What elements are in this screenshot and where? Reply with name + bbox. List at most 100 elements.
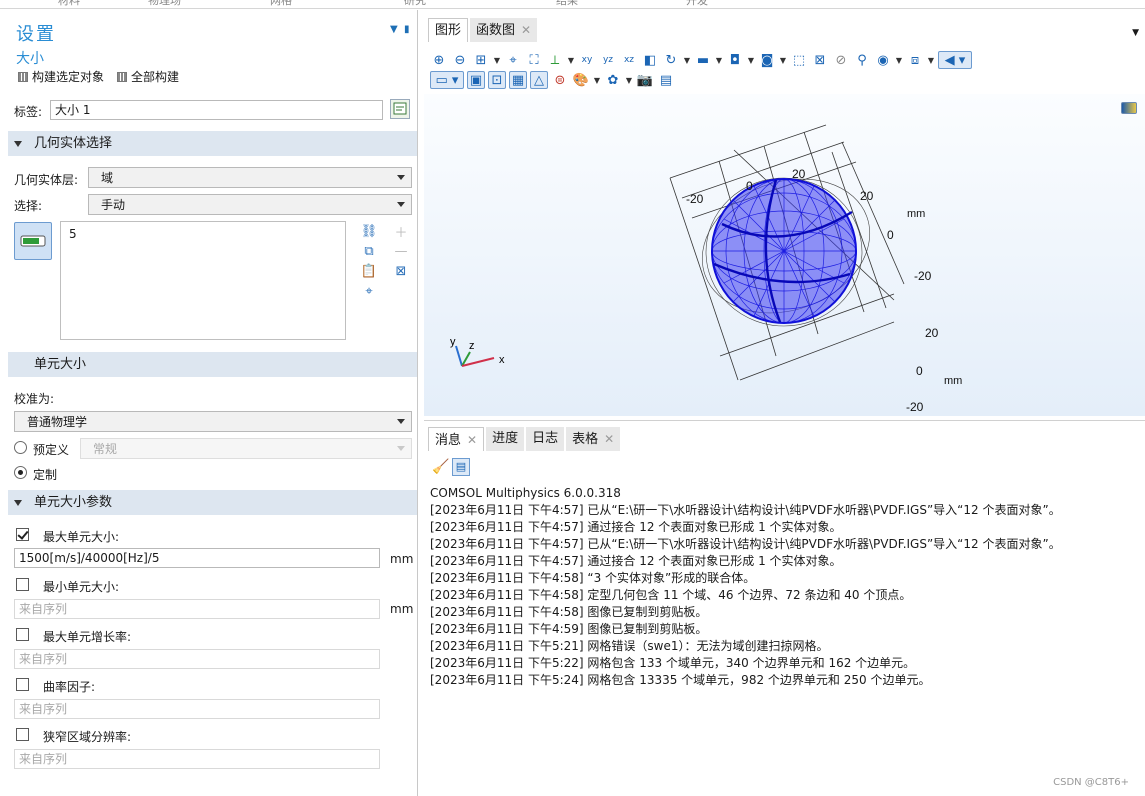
camera-icon[interactable]: 📷 <box>636 71 654 89</box>
tab-plots[interactable]: 函数图 ✕ <box>470 18 538 42</box>
reset-icon[interactable]: ⊜ <box>551 71 569 89</box>
close-icon[interactable]: ✕ <box>521 23 531 37</box>
custom-radio[interactable] <box>14 466 27 479</box>
max-size-checkbox[interactable] <box>16 528 29 541</box>
zoom-to-selection-icon[interactable]: ⌖ <box>360 282 378 300</box>
menu-item-developer[interactable]: 开发 <box>686 0 708 8</box>
curvature-checkbox[interactable] <box>16 678 29 691</box>
min-size-checkbox[interactable] <box>16 578 29 591</box>
zoom-box-icon[interactable]: ⊞ <box>472 51 490 69</box>
hide-icon[interactable]: ⊘ <box>832 51 850 69</box>
chevron-down-icon[interactable]: ▼ <box>895 51 903 69</box>
xy-view-icon[interactable]: xy <box>578 51 596 69</box>
window-menu-icon[interactable]: ▼ <box>1132 28 1139 38</box>
chevron-down-icon[interactable]: ▼ <box>779 51 787 69</box>
scene-icon[interactable]: ▬ <box>694 51 712 69</box>
tab-table[interactable]: 表格 ✕ <box>566 427 621 451</box>
yz-view-icon[interactable]: yz <box>599 51 617 69</box>
add-icon[interactable]: ＋ <box>392 222 410 241</box>
colorbar-toggle-icon[interactable] <box>1121 102 1137 114</box>
label-edit-icon[interactable] <box>390 99 410 119</box>
close-icon[interactable]: ✕ <box>604 432 614 446</box>
selection-list[interactable]: 5 <box>60 221 346 340</box>
settings-icon[interactable]: ✿ <box>604 71 622 89</box>
panel-menu-icon[interactable]: ▼ <box>390 24 398 35</box>
select-box-icon[interactable]: ⬚ <box>790 51 808 69</box>
entity-level-select[interactable]: 域 <box>88 167 412 188</box>
element-size-params-section[interactable]: 单元大小参数 <box>8 490 417 515</box>
transparency-icon[interactable]: ▭ ▾ <box>430 71 464 89</box>
lights-icon[interactable]: ◀ ▾ <box>938 51 972 69</box>
clear-selection-icon[interactable]: ⊠ <box>392 262 410 280</box>
tab-messages[interactable]: 消息 ✕ <box>428 427 485 451</box>
curvature-input[interactable]: 来自序列 <box>14 699 380 719</box>
chevron-down-icon[interactable]: ▼ <box>493 51 501 69</box>
camera-view-icon[interactable]: ◧ <box>641 51 659 69</box>
color-icon[interactable]: 🎨 <box>572 71 590 89</box>
graphics-canvas[interactable]: -20 0 20 20 mm 0 -20 20 0 mm -20 y z x <box>424 94 1145 416</box>
chevron-down-icon[interactable]: ▼ <box>567 51 575 69</box>
build-selected-button[interactable]: 构建选定对象 <box>18 68 104 85</box>
axes-icon[interactable]: ⟂ <box>546 51 564 69</box>
pin-icon[interactable]: ▮ <box>404 24 410 35</box>
menu-item-materials[interactable]: 材料 <box>58 0 80 8</box>
menu-item-mesh[interactable]: 网格 <box>270 0 292 8</box>
add-to-selection-icon[interactable]: ⛓ <box>360 222 378 240</box>
zoom-out-icon[interactable]: ⊖ <box>451 51 469 69</box>
max-size-input[interactable]: 1500[m/s]/40000[Hz]/5 <box>14 548 380 568</box>
active-toggle-button[interactable] <box>14 222 52 260</box>
tab-graphics[interactable]: 图形 <box>428 18 469 42</box>
menu-item-results[interactable]: 结果 <box>556 0 578 8</box>
geometry-selection-section[interactable]: 几何实体选择 <box>8 131 417 156</box>
xz-view-icon[interactable]: xz <box>620 51 638 69</box>
find-icon[interactable]: ⚲ <box>853 51 871 69</box>
menu-item-physics[interactable]: 物理场 <box>148 0 181 8</box>
chevron-down-icon[interactable]: ▼ <box>625 71 633 89</box>
settings-title: 设置 <box>16 24 56 45</box>
selection-list-item[interactable]: 5 <box>61 222 345 246</box>
copy-icon[interactable]: ⧉ <box>360 242 378 260</box>
axis-tick-label: -20 <box>906 400 924 414</box>
calibrate-select[interactable]: 普通物理学 <box>14 411 412 432</box>
chevron-down-icon[interactable]: ▼ <box>927 51 935 69</box>
remove-icon[interactable]: — <box>392 242 410 260</box>
clear-selection-icon[interactable]: ⊠ <box>811 51 829 69</box>
render-icon[interactable]: ▣ <box>467 71 485 89</box>
tab-log[interactable]: 日志 <box>526 427 565 451</box>
predefined-select[interactable]: 常规 <box>80 438 412 459</box>
mesh-view[interactable]: -20 0 20 20 mm 0 -20 20 0 mm -20 y z x <box>424 94 1145 416</box>
narrow-region-input[interactable]: 来自序列 <box>14 749 380 769</box>
clear-messages-icon[interactable]: 🧹 <box>432 459 449 475</box>
max-growth-input[interactable]: 来自序列 <box>14 649 380 669</box>
tab-progress[interactable]: 进度 <box>486 427 525 451</box>
menu-item-study[interactable]: 研究 <box>404 0 426 8</box>
predefined-radio[interactable] <box>14 441 27 454</box>
max-size-label: 最大单元大小: <box>43 530 120 544</box>
build-all-button[interactable]: 全部构建 <box>117 68 179 85</box>
wireframe-icon[interactable]: ⧈ <box>906 51 924 69</box>
zoom-extents-icon[interactable]: ⛶ <box>525 51 543 69</box>
paste-icon[interactable]: 📋 <box>360 262 378 280</box>
mesh-render-icon[interactable]: ⊡ <box>488 71 506 89</box>
rotate-icon[interactable]: ↻ <box>662 51 680 69</box>
zoom-selected-icon[interactable]: ⌖ <box>504 51 522 69</box>
selection-select[interactable]: 手动 <box>88 194 412 215</box>
zoom-in-icon[interactable]: ⊕ <box>430 51 448 69</box>
message-settings-icon[interactable]: ▤ <box>452 458 470 476</box>
max-growth-checkbox[interactable] <box>16 628 29 641</box>
chevron-down-icon[interactable]: ▼ <box>593 71 601 89</box>
triangle-icon[interactable]: △ <box>530 71 548 89</box>
axis-unit-label: mm <box>907 208 925 220</box>
chevron-down-icon[interactable]: ▼ <box>683 51 691 69</box>
min-size-input[interactable]: 来自序列 <box>14 599 380 619</box>
print-icon[interactable]: ▤ <box>657 71 675 89</box>
select-domain-icon[interactable]: ◘ <box>726 51 744 69</box>
chevron-down-icon[interactable]: ▼ <box>747 51 755 69</box>
narrow-region-checkbox[interactable] <box>16 728 29 741</box>
grid-icon[interactable]: ▦ <box>509 71 527 89</box>
chevron-down-icon[interactable]: ▼ <box>715 51 723 69</box>
label-input[interactable]: 大小 1 <box>50 100 383 120</box>
show-icon[interactable]: ◉ <box>874 51 892 69</box>
select-boundary-icon[interactable]: ◙ <box>758 51 776 69</box>
close-icon[interactable]: ✕ <box>467 433 477 447</box>
